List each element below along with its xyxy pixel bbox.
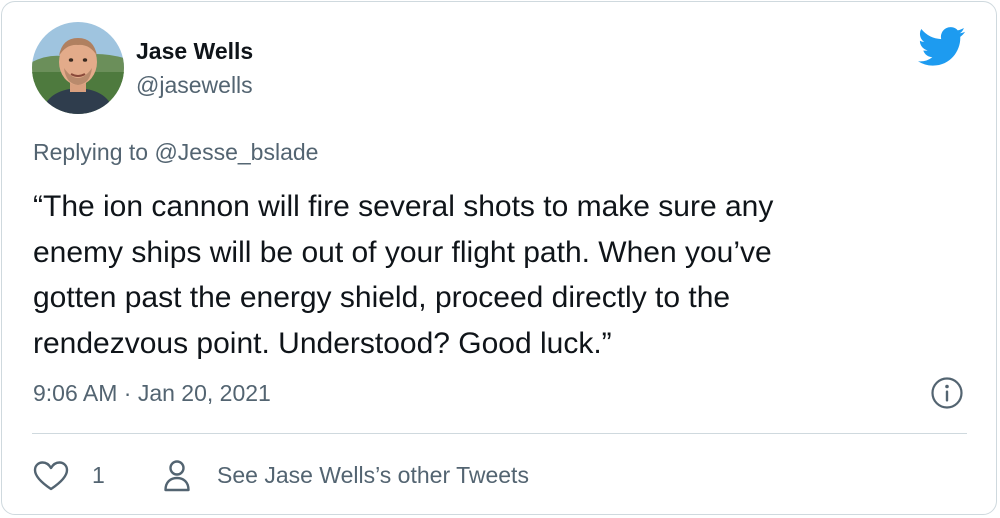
author-name[interactable]: Jase Wells <box>136 38 253 65</box>
tweet-text-line: “The ion cannon will fire several shots … <box>33 190 774 223</box>
replying-to-label[interactable]: Replying to @Jesse_bslade <box>33 139 318 166</box>
divider <box>32 433 967 434</box>
author-avatar[interactable] <box>32 22 124 114</box>
person-icon[interactable] <box>163 459 191 492</box>
tweet-text-line: enemy ships will be out of your flight p… <box>33 235 772 269</box>
like-count[interactable]: 1 <box>92 462 105 489</box>
tweet-text: “The ion cannon will fire several shots … <box>33 184 933 366</box>
tweet-timestamp[interactable]: 9:06 AM · Jan 20, 2021 <box>33 380 271 407</box>
avatar-photo <box>32 22 124 114</box>
heart-icon[interactable] <box>33 460 69 492</box>
see-other-tweets-link[interactable]: See Jase Wells’s other Tweets <box>217 462 529 489</box>
tweet-text-line: rendezvous point. Understood? Good luck.… <box>33 326 612 360</box>
twitter-bird-icon[interactable] <box>918 27 966 67</box>
author-handle[interactable]: @jasewells <box>136 72 253 99</box>
info-icon[interactable] <box>930 376 964 410</box>
tweet-text-line: gotten past the energy shield, proceed d… <box>33 281 731 314</box>
